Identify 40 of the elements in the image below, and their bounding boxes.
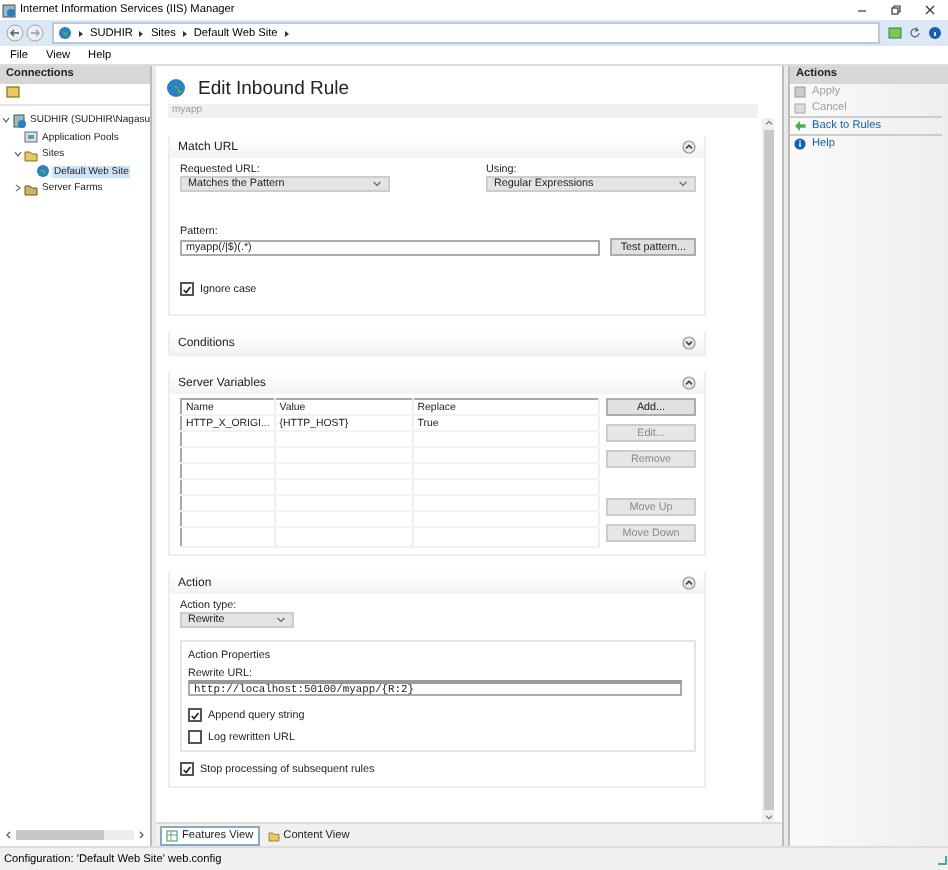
connect-icon (6, 86, 20, 98)
app-icon (2, 3, 16, 17)
scroll-down-icon[interactable] (763, 812, 773, 822)
folder-icon (24, 181, 38, 196)
breadcrumb-arrow-icon (78, 29, 84, 37)
scroll-right-icon[interactable] (138, 830, 146, 840)
breadcrumb-arrow-icon (138, 29, 145, 37)
restore-icon[interactable] (890, 4, 902, 16)
caret-icon (372, 180, 382, 188)
caret-icon (678, 180, 688, 188)
back-icon[interactable] (6, 24, 24, 42)
globe-icon (58, 26, 72, 40)
vertical-scrollbar[interactable] (762, 118, 774, 822)
expand-icon[interactable] (682, 336, 696, 350)
collapse-icon[interactable] (682, 140, 696, 154)
collapse-icon[interactable] (682, 376, 696, 390)
checkmark-icon (190, 709, 200, 721)
folder-icon (24, 147, 38, 162)
page-title: Edit Inbound Rule (198, 77, 350, 99)
globe-icon (36, 164, 50, 179)
pool-icon (24, 130, 38, 145)
close-icon[interactable] (924, 4, 936, 16)
breadcrumb-arrow-icon (283, 29, 290, 37)
grid-icon (166, 829, 178, 841)
scroll-up-icon[interactable] (763, 118, 773, 128)
folder-icon (267, 829, 280, 841)
help-icon (794, 138, 806, 150)
scroll-left-icon[interactable] (4, 830, 12, 840)
globe-icon (166, 78, 186, 98)
refresh-icon[interactable] (908, 26, 922, 40)
breadcrumb-arrow-icon (181, 29, 188, 37)
help-icon[interactable] (928, 26, 942, 40)
caret-icon (276, 616, 286, 624)
collapse-icon[interactable] (682, 576, 696, 590)
minimize-icon[interactable] (856, 4, 868, 16)
checkmark-icon (182, 763, 192, 775)
checkmark-icon (182, 283, 192, 295)
resize-grip-icon (936, 853, 948, 865)
left-arrow-icon (794, 120, 806, 132)
server-icon (12, 113, 26, 128)
